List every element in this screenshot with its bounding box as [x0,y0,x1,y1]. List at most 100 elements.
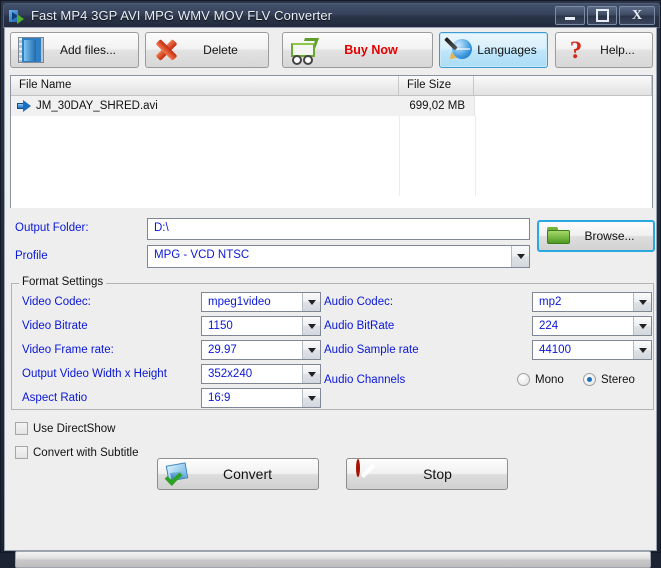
languages-label: Languages [477,43,537,57]
red-x-icon [153,37,179,63]
video-codec-value: mpeg1video [208,296,271,308]
video-bitrate-value: 1150 [208,320,233,332]
use-directshow-checkbox[interactable]: Use DirectShow [15,422,115,435]
audio-bitrate-label: Audio BitRate [324,320,395,332]
empty-row [11,156,652,176]
minimize-button[interactable] [555,6,585,25]
add-files-label: Add files... [59,43,117,57]
help-label: Help... [600,43,635,57]
audio-codec-combo[interactable]: mp2 [532,292,652,312]
video-codec-combo[interactable]: mpeg1video [201,292,321,312]
blue-arrow-icon [17,100,31,112]
file-name-cell: JM_30DAY_SHRED.avi [11,100,399,112]
profile-label: Profile [15,250,48,262]
add-files-button[interactable]: Add files... [10,32,139,68]
video-bitrate-combo[interactable]: 1150 [201,316,321,336]
chevron-down-icon[interactable] [633,317,651,335]
output-video-size-combo[interactable]: 352x240 [201,364,321,384]
radio-mono[interactable]: Mono [517,373,564,386]
audio-sample-rate-combo[interactable]: 44100 [532,340,652,360]
video-codec-label: Video Codec: [22,296,91,308]
browse-button[interactable]: Browse... [537,220,655,252]
chevron-down-icon[interactable] [302,317,320,335]
empty-row [11,176,652,196]
output-folder-input[interactable]: D:\ [147,218,530,240]
delete-label: Delete [203,43,238,57]
profile-value: MPG - VCD NTSC [154,249,250,261]
globe-pen-icon [444,37,473,63]
chevron-down-icon[interactable] [511,246,529,267]
checkbox-indicator[interactable] [15,446,28,459]
column-header-extra[interactable] [474,76,652,95]
green-folder-icon [546,223,572,249]
use-directshow-label: Use DirectShow [33,422,116,435]
audio-codec-value: mp2 [539,296,562,308]
video-frame-rate-label: Video Frame rate: [22,344,114,356]
convert-with-subtitle-checkbox[interactable]: Convert with Subtitle [15,446,138,459]
audio-codec-label: Audio Codec: [324,296,394,308]
application-window: Fast MP4 3GP AVI MPG WMV MOV FLV Convert… [0,0,661,568]
convert-label: Convert [222,466,273,482]
shopping-cart-icon [290,37,320,65]
video-frame-rate-value: 29.97 [208,344,237,356]
radio-stereo[interactable]: Stereo [583,373,635,386]
column-header-file-size[interactable]: File Size [399,76,474,95]
output-folder-label: Output Folder: [15,222,89,234]
buy-now-label: Buy Now [344,43,398,57]
checkbox-indicator[interactable] [15,422,28,435]
stop-no-entry-icon [356,459,382,487]
question-mark-icon: ? [569,36,583,64]
output-video-size-value: 352x240 [208,368,253,380]
format-settings-title: Format Settings [19,276,107,288]
empty-row [11,116,652,136]
file-list[interactable]: File Name File Size JM_30DAY_SHRED.avi 6… [10,75,653,208]
close-button[interactable]: X [619,6,655,25]
progress-bar [15,551,651,568]
delete-button[interactable]: Delete [145,32,269,68]
audio-bitrate-combo[interactable]: 224 [532,316,652,336]
chevron-down-icon[interactable] [633,341,651,359]
radio-mono-label: Mono [535,373,564,386]
languages-button[interactable]: Languages [439,32,548,68]
maximize-button[interactable] [587,6,617,25]
radio-stereo-indicator[interactable] [583,373,596,386]
window-controls: X [555,6,655,25]
output-video-size-label: Output Video Width x Height [22,368,167,380]
file-list-empty-area[interactable] [11,116,652,208]
file-list-header: File Name File Size [11,76,652,96]
table-row[interactable]: JM_30DAY_SHRED.avi 699,02 MB [11,96,652,116]
title-bar[interactable]: Fast MP4 3GP AVI MPG WMV MOV FLV Convert… [3,3,660,28]
main-toolbar: Add files... Delete Buy Now Languages ? [10,32,653,72]
file-name-text: JM_30DAY_SHRED.avi [36,100,158,112]
audio-bitrate-value: 224 [539,320,559,332]
convert-with-subtitle-label: Convert with Subtitle [33,446,139,459]
audio-sample-rate-label: Audio Sample rate [324,344,419,356]
converter-app-icon [9,8,25,24]
chevron-down-icon[interactable] [302,389,320,407]
radio-mono-indicator[interactable] [517,373,530,386]
chevron-down-icon[interactable] [302,365,320,383]
file-size-cell: 699,02 MB [409,100,465,112]
chevron-down-icon[interactable] [302,293,320,311]
aspect-ratio-label: Aspect Ratio [22,392,88,404]
audio-sample-rate-value: 44100 [539,344,571,356]
client-area: Add files... Delete Buy Now Languages ? [4,27,657,568]
video-frame-rate-combo[interactable]: 29.97 [201,340,321,360]
aspect-ratio-value: 16:9 [208,392,231,404]
stop-button[interactable]: Stop [346,458,508,490]
profile-combo[interactable]: MPG - VCD NTSC [147,245,530,268]
chevron-down-icon[interactable] [302,341,320,359]
chevron-down-icon[interactable] [633,293,651,311]
video-bitrate-label: Video Bitrate [22,320,88,332]
film-strip-icon [18,37,45,64]
convert-picture-check-icon [164,461,191,487]
convert-button[interactable]: Convert [157,458,319,490]
radio-stereo-label: Stereo [601,373,635,386]
buy-now-button[interactable]: Buy Now [282,32,433,68]
empty-row [11,136,652,156]
help-button[interactable]: ? Help... [555,32,653,68]
stop-label: Stop [423,466,452,482]
column-header-file-name[interactable]: File Name [11,76,399,95]
browse-label: Browse... [584,229,635,243]
aspect-ratio-combo[interactable]: 16:9 [201,388,321,408]
